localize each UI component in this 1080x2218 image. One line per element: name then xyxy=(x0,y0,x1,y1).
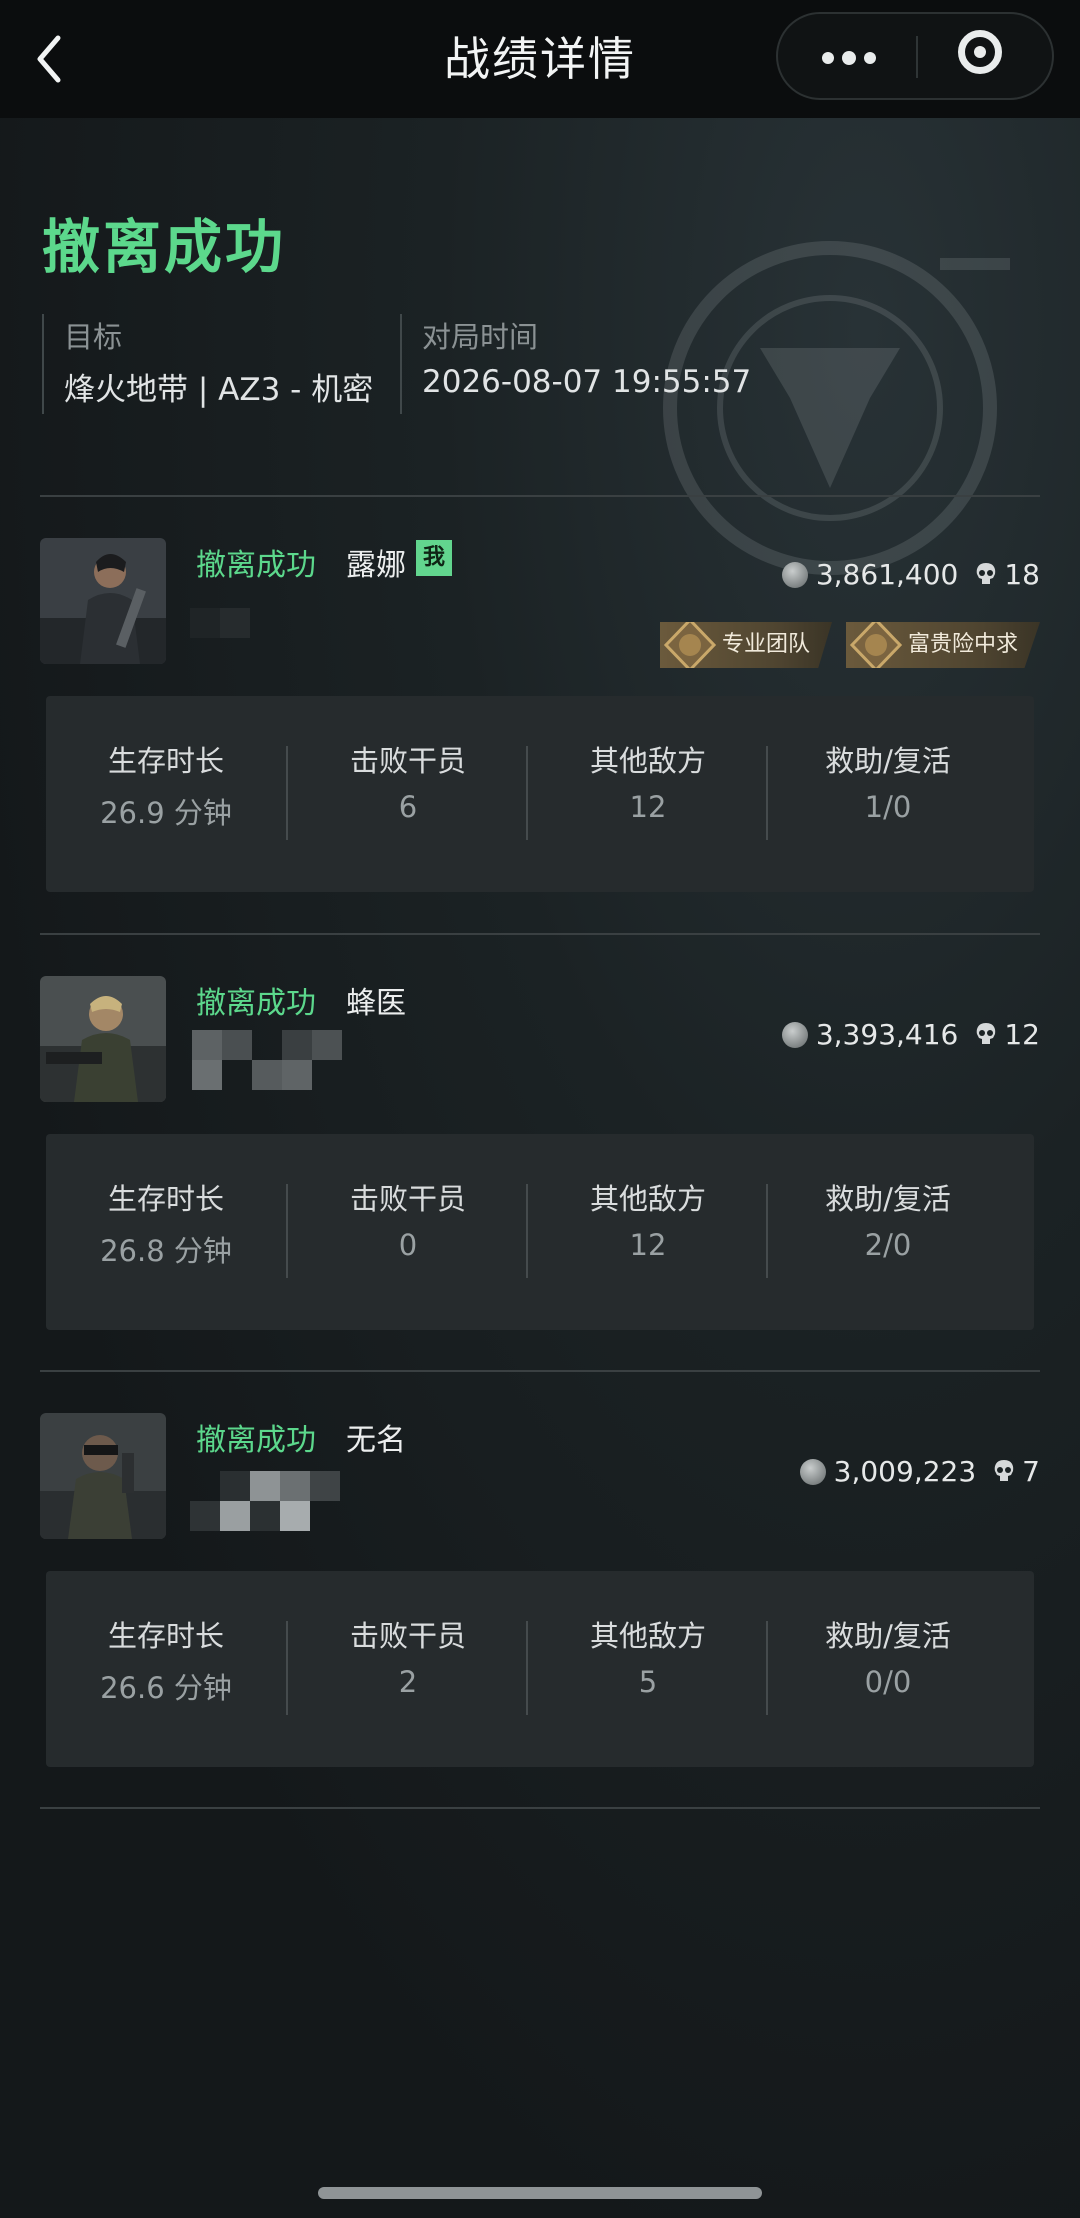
player-status: 撤离成功 xyxy=(196,986,316,1021)
player-assets: 3,009,223 7 xyxy=(799,1455,1040,1488)
player-name: 无名 xyxy=(346,1423,406,1458)
tag-label: 富贵险中求 xyxy=(907,632,1018,657)
tag-label: 专业团队 xyxy=(721,632,810,657)
kill-count: 18 xyxy=(1004,558,1040,591)
stat-other-enemies: 其他敌方 12 xyxy=(528,696,768,892)
close-button[interactable] xyxy=(918,14,1052,98)
player-card[interactable]: 撤离成功 露娜 我 3,861,400 18 专业团队 富贵险中求 生存时长 2… xyxy=(40,538,1040,898)
mini-program-capsule xyxy=(776,12,1054,100)
stat-label: 其他敌方 xyxy=(589,1182,706,1216)
stat-survival-time: 生存时长 26.8 分钟 xyxy=(46,1134,286,1330)
stat-other-enemies: 其他敌方 12 xyxy=(528,1134,768,1330)
kill-count: 7 xyxy=(1022,1455,1040,1488)
stat-operators-defeated: 击败干员 0 xyxy=(288,1134,528,1330)
medal-icon xyxy=(663,622,716,668)
match-time-value: 2026-08-07 19:55:57 xyxy=(422,364,752,400)
player-stats-panel: 生存时长 26.6 分钟 击败干员 2 其他敌方 5 救助/复活 0/0 xyxy=(46,1571,1034,1767)
target-value: 烽火地带 | AZ3 - 机密 xyxy=(64,372,374,408)
divider xyxy=(40,1370,1040,1372)
skull-icon xyxy=(994,1459,1014,1481)
divider xyxy=(40,933,1040,935)
skull-icon xyxy=(977,1022,996,1044)
asset-value: 3,393,416 xyxy=(815,1018,959,1051)
achievement-tag[interactable]: 富贵险中求 xyxy=(845,622,1040,668)
stat-survival-time: 生存时长 26.9 分钟 xyxy=(46,696,286,892)
stat-label: 救助/复活 xyxy=(825,1619,951,1653)
stat-label: 救助/复活 xyxy=(825,744,951,778)
asset-value: 3,009,223 xyxy=(833,1455,977,1488)
stat-label: 生存时长 xyxy=(107,1182,224,1216)
stat-assist-revive: 救助/复活 2/0 xyxy=(768,1134,1008,1330)
avatar xyxy=(40,538,166,664)
target-label: 目标 xyxy=(64,320,123,354)
player-status: 撤离成功 xyxy=(196,548,316,583)
stat-label: 救助/复活 xyxy=(825,1182,951,1216)
player-card[interactable]: 撤离成功 无名 3,009,223 7 生存时长 26.6 分钟 击败干员 2 … xyxy=(40,1413,1040,1773)
stat-assist-revive: 救助/复活 0/0 xyxy=(768,1571,1008,1767)
stat-other-enemies: 其他敌方 5 xyxy=(528,1571,768,1767)
player-assets: 3,861,400 18 xyxy=(781,558,1040,591)
target-info: 目标 烽火地带 | AZ3 - 机密 xyxy=(42,314,373,414)
more-button[interactable] xyxy=(778,14,916,98)
player-status: 撤离成功 xyxy=(196,1423,316,1458)
player-assets: 3,393,416 12 xyxy=(781,1018,1040,1051)
masked-id xyxy=(190,608,330,678)
divider xyxy=(40,1807,1040,1809)
player-stats-panel: 生存时长 26.9 分钟 击败干员 6 其他敌方 12 救助/复活 1/0 xyxy=(46,696,1034,892)
kill-count: 12 xyxy=(1004,1018,1040,1051)
medal-icon xyxy=(849,622,902,668)
player-stats-panel: 生存时长 26.8 分钟 击败干员 0 其他敌方 12 救助/复活 2/0 xyxy=(46,1134,1034,1330)
stat-value: 5 xyxy=(638,1665,658,1699)
stat-value: 1/0 xyxy=(864,790,912,824)
player-name: 蜂医 xyxy=(346,986,406,1021)
stat-value: 12 xyxy=(629,1228,667,1262)
me-badge: 我 xyxy=(416,540,452,576)
stat-value: 26.8 分钟 xyxy=(100,1234,232,1268)
player-name: 露娜 xyxy=(346,548,406,583)
avatar xyxy=(40,1413,166,1539)
divider xyxy=(40,495,1040,497)
stat-operators-defeated: 击败干员 6 xyxy=(288,696,528,892)
stat-label: 生存时长 xyxy=(107,744,224,778)
avatar xyxy=(40,976,166,1102)
asset-value: 3,861,400 xyxy=(815,558,959,591)
stat-label: 击败干员 xyxy=(349,1619,466,1653)
stat-label: 其他敌方 xyxy=(589,744,706,778)
stat-label: 其他敌方 xyxy=(589,1619,706,1653)
stat-value: 0 xyxy=(398,1228,418,1262)
achievement-tags: 专业团队 富贵险中求 xyxy=(659,622,1040,668)
masked-id xyxy=(190,1030,370,1100)
masked-id xyxy=(190,1471,390,1541)
stat-survival-time: 生存时长 26.6 分钟 xyxy=(46,1571,286,1767)
extraction-result-title: 撤离成功 xyxy=(42,213,287,281)
skull-icon xyxy=(977,562,996,584)
stat-value: 0/0 xyxy=(864,1665,912,1699)
stat-value: 26.6 分钟 xyxy=(100,1671,232,1705)
stat-value: 26.9 分钟 xyxy=(100,796,232,830)
coin-icon xyxy=(799,1458,826,1485)
match-time-label: 对局时间 xyxy=(422,320,539,354)
match-time-info: 对局时间 2026-08-07 19:55:57 xyxy=(400,314,751,414)
back-button[interactable] xyxy=(30,24,90,94)
achievement-tag[interactable]: 专业团队 xyxy=(659,622,832,668)
stat-assist-revive: 救助/复活 1/0 xyxy=(768,696,1008,892)
player-card[interactable]: 撤离成功 蜂医 3,393,416 12 生存时长 26.8 分钟 击败干员 0… xyxy=(40,976,1040,1336)
stat-operators-defeated: 击败干员 2 xyxy=(288,1571,528,1767)
stat-label: 生存时长 xyxy=(107,1619,224,1653)
stat-value: 6 xyxy=(398,790,418,824)
target-close-icon xyxy=(958,30,1002,74)
stat-value: 2/0 xyxy=(864,1228,912,1262)
stat-label: 击败干员 xyxy=(349,1182,466,1216)
stat-value: 2 xyxy=(398,1665,418,1699)
stat-value: 12 xyxy=(629,790,667,824)
coin-icon xyxy=(781,561,808,588)
coin-icon xyxy=(781,1021,808,1048)
stat-label: 击败干员 xyxy=(349,744,466,778)
chevron-left-icon xyxy=(37,35,61,83)
navigation-bar: 战绩详情 xyxy=(0,0,1080,118)
home-indicator[interactable] xyxy=(318,2187,762,2199)
